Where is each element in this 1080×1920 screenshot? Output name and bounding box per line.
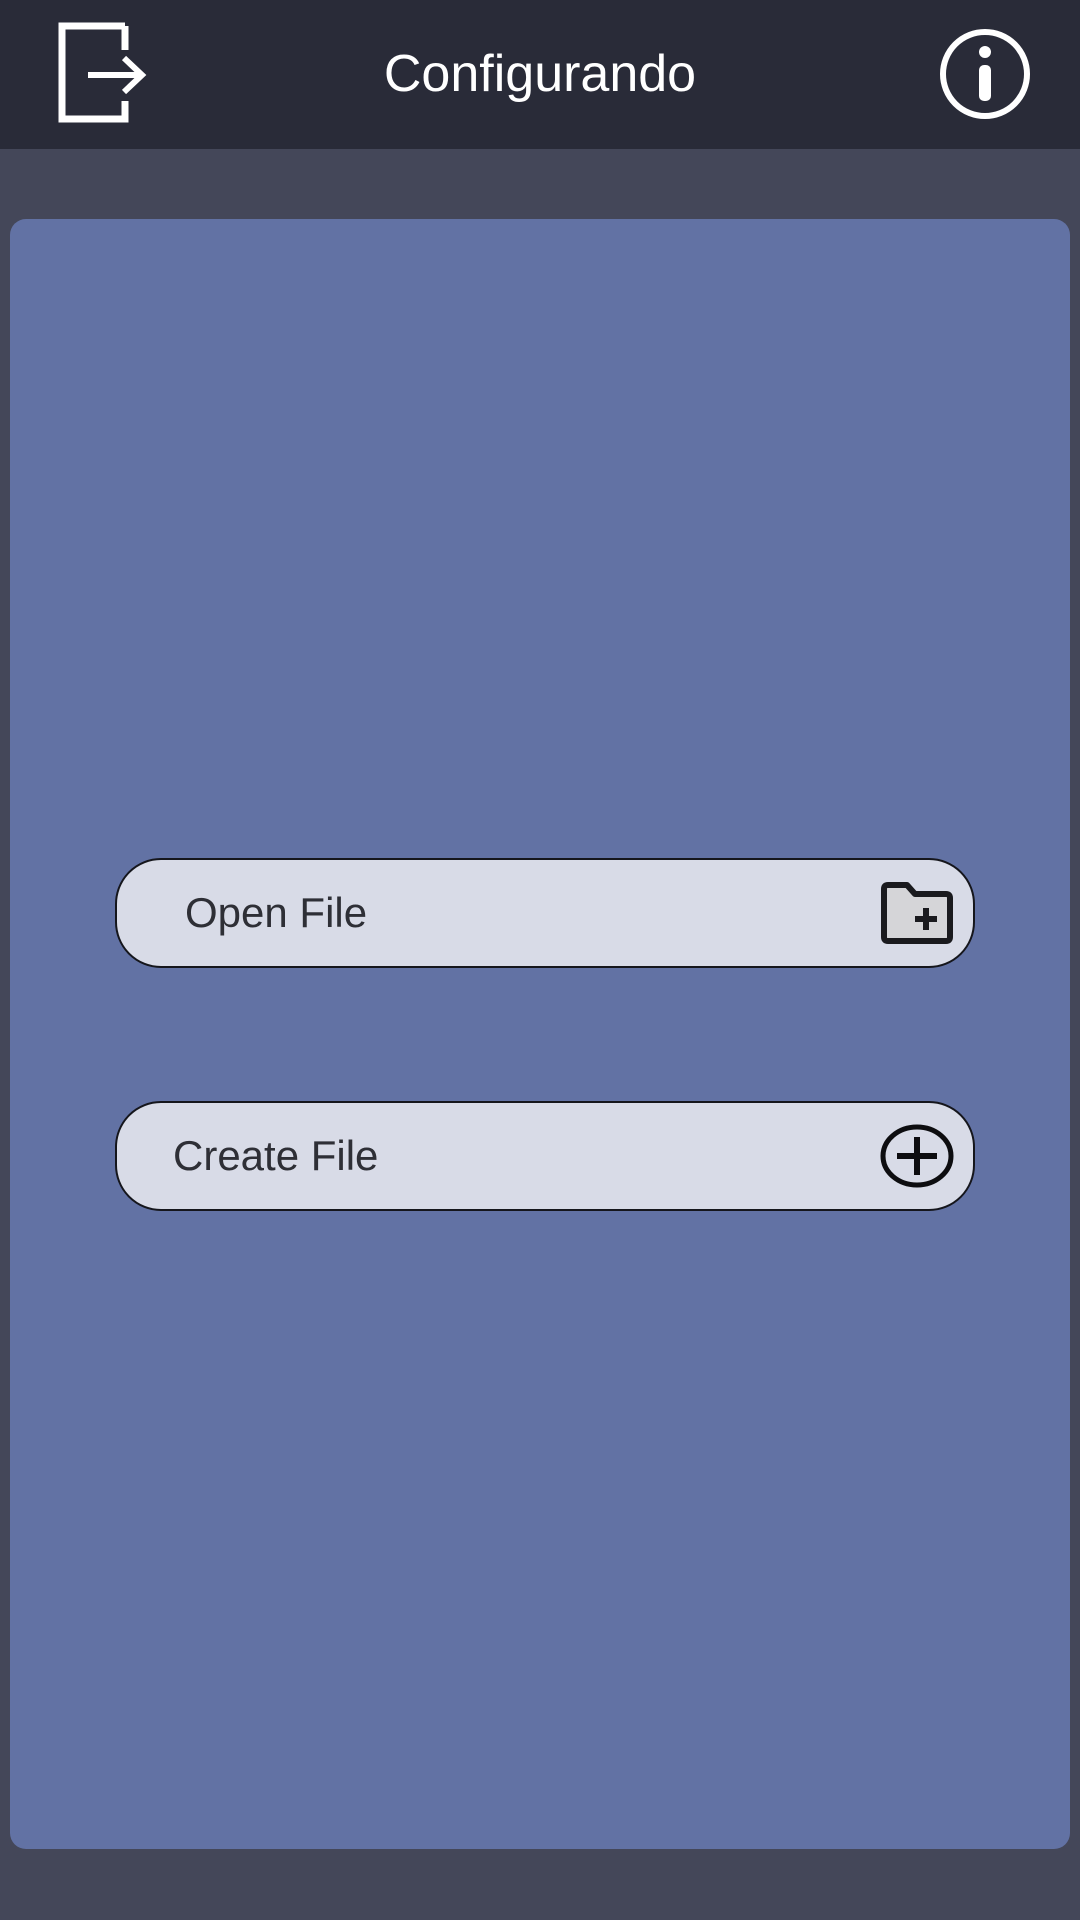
open-file-button[interactable]: Open File	[115, 858, 975, 968]
folder-plus-icon	[881, 882, 953, 944]
top-app-bar: Configurando	[0, 0, 1080, 149]
open-file-label: Open File	[185, 889, 368, 936]
main-panel: Open File Create File	[10, 219, 1070, 1849]
info-icon	[940, 29, 1030, 119]
create-file-button[interactable]: Create File	[115, 1101, 975, 1211]
info-button[interactable]	[938, 27, 1032, 121]
page-title: Configurando	[383, 45, 697, 103]
plus-circle-icon	[880, 1124, 954, 1188]
exit-button[interactable]	[55, 22, 150, 126]
create-file-label: Create File	[173, 1132, 379, 1179]
exit-icon	[58, 22, 147, 123]
